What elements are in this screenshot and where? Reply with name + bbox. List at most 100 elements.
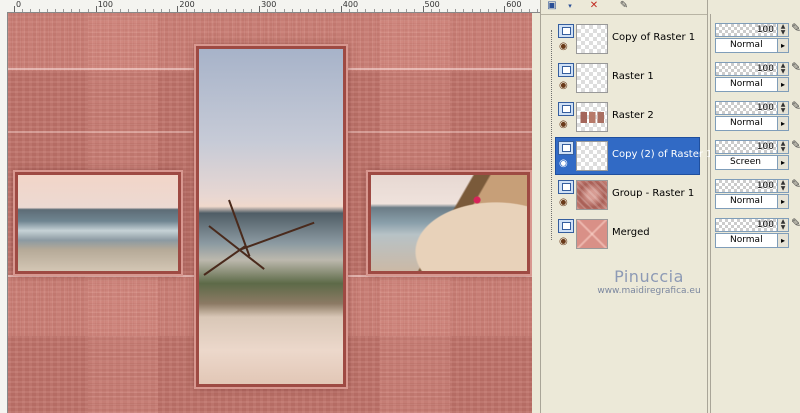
blend-mode-dropdown[interactable]: Normal ▸: [715, 233, 789, 248]
ruler-tick: [120, 9, 122, 12]
layer-name: Raster 2: [612, 110, 654, 121]
opacity-value: 100: [756, 220, 774, 230]
layer-properties-row: 100 ▲ ▼ Normal ▸ ✎: [713, 59, 800, 95]
blend-mode-value: Normal: [730, 40, 763, 50]
ruler-tick: [54, 9, 56, 12]
ruler-label: 0: [16, 0, 22, 9]
opacity-spinner-icon[interactable]: ▲ ▼: [777, 24, 788, 36]
ruler-tick: [496, 9, 497, 12]
raster-layer-icon: [558, 24, 574, 38]
layer-properties-row: 100 ▲ ▼ Normal ▸ ✎: [713, 176, 800, 212]
opacity-slider[interactable]: 100 ▲ ▼: [715, 140, 789, 154]
dropdown-arrow-icon[interactable]: ▸: [777, 156, 788, 169]
dropdown-arrow-icon[interactable]: ▸: [777, 117, 788, 130]
ruler-label: 500: [424, 0, 440, 9]
ruler-tick: [447, 9, 448, 12]
layer-thumbnail: [576, 141, 608, 171]
opacity-spinner-icon[interactable]: ▲ ▼: [777, 180, 788, 192]
dropdown-arrow-icon[interactable]: ▸: [777, 39, 788, 52]
ruler-tick: [373, 9, 375, 12]
dune-rose-photo-right: [368, 172, 530, 274]
blend-mode-dropdown[interactable]: Normal ▸: [715, 194, 789, 209]
horizontal-ruler: 0 100 200 300 400 500 600: [0, 0, 540, 13]
dropdown-arrow-icon[interactable]: ▸: [777, 234, 788, 247]
opacity-slider[interactable]: 100 ▲ ▼: [715, 218, 789, 232]
dropdown-arrow-icon[interactable]: ▸: [777, 195, 788, 208]
layer-name: Group - Raster 1: [612, 188, 695, 199]
ruler-tick: [193, 9, 195, 12]
visibility-eye-icon[interactable]: ◉: [559, 198, 568, 208]
layer-row[interactable]: ◉ Group - Raster 1: [555, 176, 700, 214]
chevron-down-icon[interactable]: ▾: [563, 0, 577, 12]
ruler-tick: [455, 9, 457, 12]
ruler-tick: [63, 9, 64, 12]
edit-style-icon[interactable]: ✎: [791, 178, 800, 190]
ruler-tick: [389, 9, 391, 12]
opacity-spinner-icon[interactable]: ▲ ▼: [777, 219, 788, 231]
ruler-tick: [300, 9, 301, 12]
blend-mode-dropdown[interactable]: Normal ▸: [715, 38, 789, 53]
ruler-tick: [479, 9, 481, 12]
layer-row[interactable]: ◉ Raster 1: [555, 59, 700, 97]
visibility-eye-icon[interactable]: ◉: [559, 120, 568, 130]
layer-row[interactable]: ◉ Copy of Raster 1: [555, 20, 700, 58]
vertical-ruler: [0, 12, 8, 413]
visibility-eye-icon[interactable]: ◉: [559, 237, 568, 247]
layer-properties-column: 100 ▲ ▼ Normal ▸ ✎ 100 ▲ ▼ Normal ▸ ✎ 100 ▲ ▼ Normal ▸ ✎ 1…: [710, 14, 800, 413]
ruler-tick: [283, 9, 285, 12]
blend-mode-value: Normal: [730, 235, 763, 245]
blend-mode-value: Normal: [730, 79, 763, 89]
visibility-eye-icon[interactable]: ◉: [559, 42, 568, 52]
ruler-tick: [226, 9, 228, 12]
opacity-slider[interactable]: 100 ▲ ▼: [715, 101, 789, 115]
ruler-tick: [14, 6, 15, 12]
opacity-spinner-icon[interactable]: ▲ ▼: [777, 102, 788, 114]
edit-layer-icon[interactable]: ✎: [617, 0, 631, 12]
edit-style-icon[interactable]: ✎: [791, 61, 800, 73]
blend-mode-dropdown[interactable]: Normal ▸: [715, 116, 789, 131]
ruler-tick: [161, 9, 163, 12]
opacity-slider[interactable]: 100 ▲ ▼: [715, 62, 789, 76]
visibility-eye-icon[interactable]: ◉: [559, 159, 568, 169]
ruler-tick: [487, 9, 489, 12]
ruler-tick: [308, 9, 310, 12]
ruler-tick: [169, 9, 171, 12]
opacity-slider[interactable]: 100 ▲ ▼: [715, 179, 789, 193]
edit-style-icon[interactable]: ✎: [791, 100, 800, 112]
delete-layer-icon[interactable]: ✕: [587, 0, 601, 12]
opacity-slider[interactable]: 100 ▲ ▼: [715, 23, 789, 37]
raster-layer-icon: [558, 141, 574, 155]
opacity-value: 100: [756, 103, 774, 113]
ruler-tick: [259, 6, 261, 12]
edit-style-icon[interactable]: ✎: [791, 217, 800, 229]
ruler-tick: [103, 9, 105, 12]
blend-mode-dropdown[interactable]: Screen ▸: [715, 155, 789, 170]
ruler-tick: [79, 9, 81, 12]
image-canvas[interactable]: [8, 13, 532, 413]
visibility-eye-icon[interactable]: ◉: [559, 81, 568, 91]
ruler-tick: [144, 9, 146, 12]
layer-row[interactable]: ◉ Merged: [555, 215, 700, 253]
ruler-tick: [324, 9, 326, 12]
watermark-url: www.maidiregrafica.eu: [597, 286, 701, 296]
layer-row[interactable]: ◉ Raster 2: [555, 98, 700, 136]
opacity-spinner-icon[interactable]: ▲ ▼: [777, 141, 788, 153]
edit-style-icon[interactable]: ✎: [791, 139, 800, 151]
layer-name: Copy of Raster 1: [612, 32, 696, 43]
layers-toolbar: ▣ ▾ ✕ ✎: [541, 0, 707, 15]
layer-thumbnail: [576, 219, 608, 249]
blend-mode-dropdown[interactable]: Normal ▸: [715, 77, 789, 92]
edit-style-icon[interactable]: ✎: [791, 22, 800, 34]
ruler-tick: [398, 9, 399, 12]
opacity-spinner-icon[interactable]: ▲ ▼: [777, 63, 788, 75]
ruler-tick: [250, 9, 252, 12]
branch: [238, 221, 315, 251]
layer-row[interactable]: ◉ Copy (2) of Raster 1: [555, 137, 713, 175]
ruler-tick: [185, 9, 187, 12]
new-layer-icon[interactable]: ▣: [545, 0, 559, 12]
dropdown-arrow-icon[interactable]: ▸: [777, 78, 788, 91]
layer-thumbnail: [576, 102, 608, 132]
ruler-tick: [87, 9, 89, 12]
blend-mode-value: Screen: [730, 157, 761, 167]
ruler-tick: [520, 9, 522, 12]
